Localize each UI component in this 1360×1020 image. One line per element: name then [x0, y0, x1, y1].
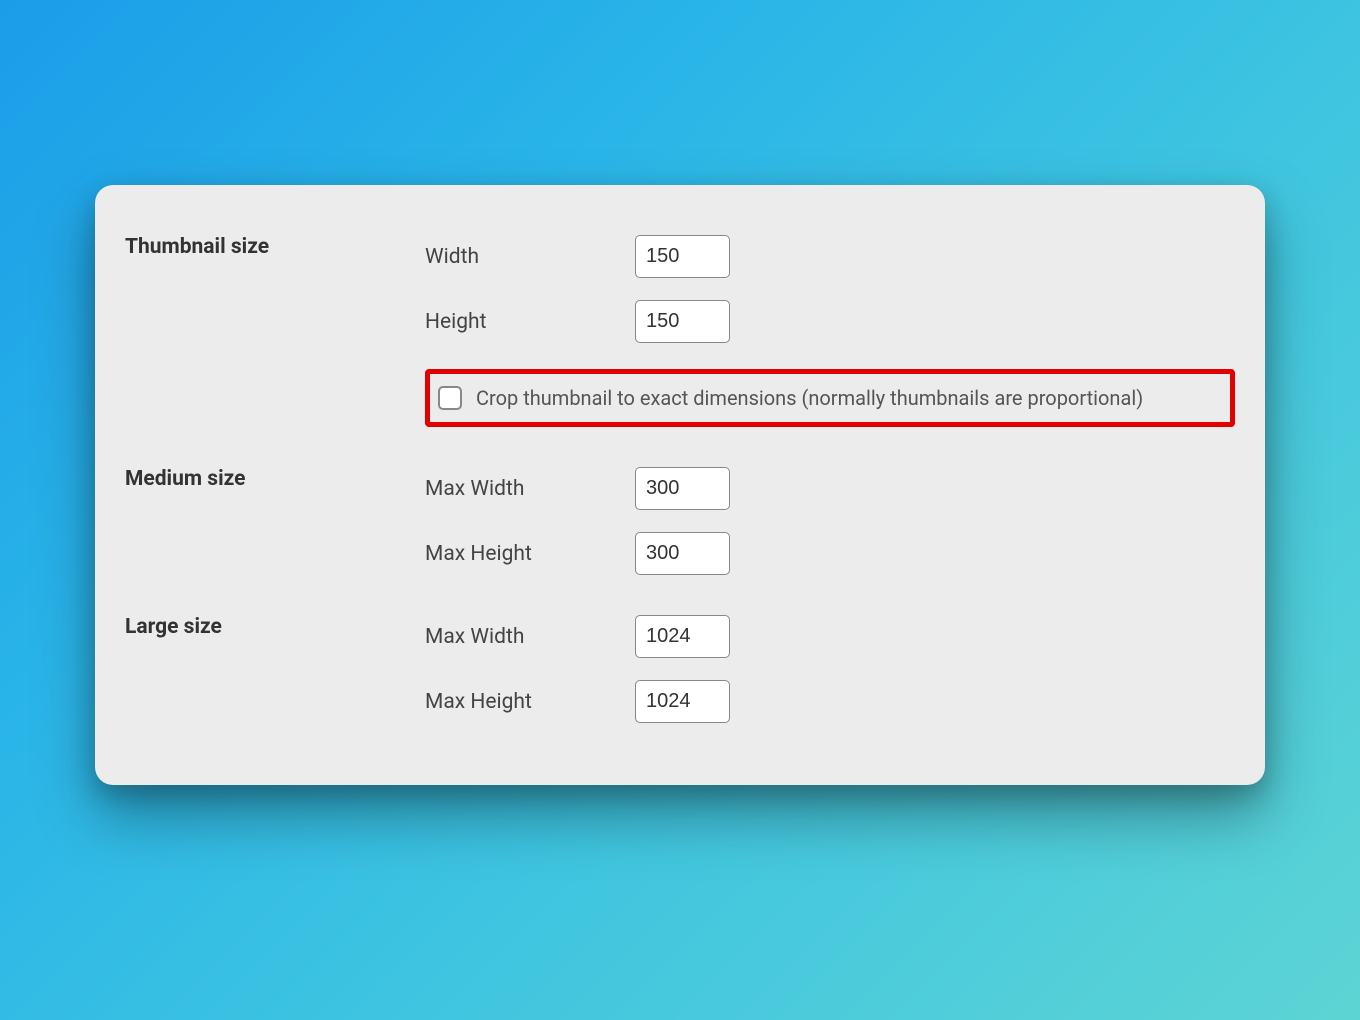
thumbnail-size-title: Thumbnail size — [125, 235, 425, 427]
crop-thumbnail-checkbox[interactable] — [438, 386, 462, 410]
thumbnail-height-input[interactable] — [635, 300, 730, 343]
medium-maxwidth-row: Max Width — [425, 467, 1235, 510]
crop-thumbnail-highlight: Crop thumbnail to exact dimensions (norm… — [425, 369, 1235, 427]
thumbnail-fields: Width Height Crop thumbnail to exact dim… — [425, 235, 1235, 427]
large-maxwidth-row: Max Width — [425, 615, 1235, 658]
medium-maxheight-label: Max Height — [425, 542, 635, 566]
thumbnail-width-input[interactable] — [635, 235, 730, 278]
thumbnail-width-label: Width — [425, 245, 635, 269]
large-size-title: Large size — [125, 615, 425, 723]
large-maxheight-row: Max Height — [425, 680, 1235, 723]
large-maxheight-label: Max Height — [425, 690, 635, 714]
large-maxheight-input[interactable] — [635, 680, 730, 723]
large-fields: Max Width Max Height — [425, 615, 1235, 723]
thumbnail-height-row: Height — [425, 300, 1235, 343]
large-size-section: Large size Max Width Max Height — [125, 615, 1235, 723]
thumbnail-width-row: Width — [425, 235, 1235, 278]
medium-maxheight-row: Max Height — [425, 532, 1235, 575]
medium-fields: Max Width Max Height — [425, 467, 1235, 575]
thumbnail-size-section: Thumbnail size Width Height Crop thumbna… — [125, 235, 1235, 427]
crop-thumbnail-label: Crop thumbnail to exact dimensions (norm… — [476, 386, 1143, 410]
large-maxwidth-input[interactable] — [635, 615, 730, 658]
medium-maxwidth-input[interactable] — [635, 467, 730, 510]
media-settings-panel: Thumbnail size Width Height Crop thumbna… — [95, 185, 1265, 785]
medium-maxwidth-label: Max Width — [425, 477, 635, 501]
large-maxwidth-label: Max Width — [425, 625, 635, 649]
medium-size-section: Medium size Max Width Max Height — [125, 467, 1235, 575]
thumbnail-height-label: Height — [425, 310, 635, 334]
medium-maxheight-input[interactable] — [635, 532, 730, 575]
medium-size-title: Medium size — [125, 467, 425, 575]
